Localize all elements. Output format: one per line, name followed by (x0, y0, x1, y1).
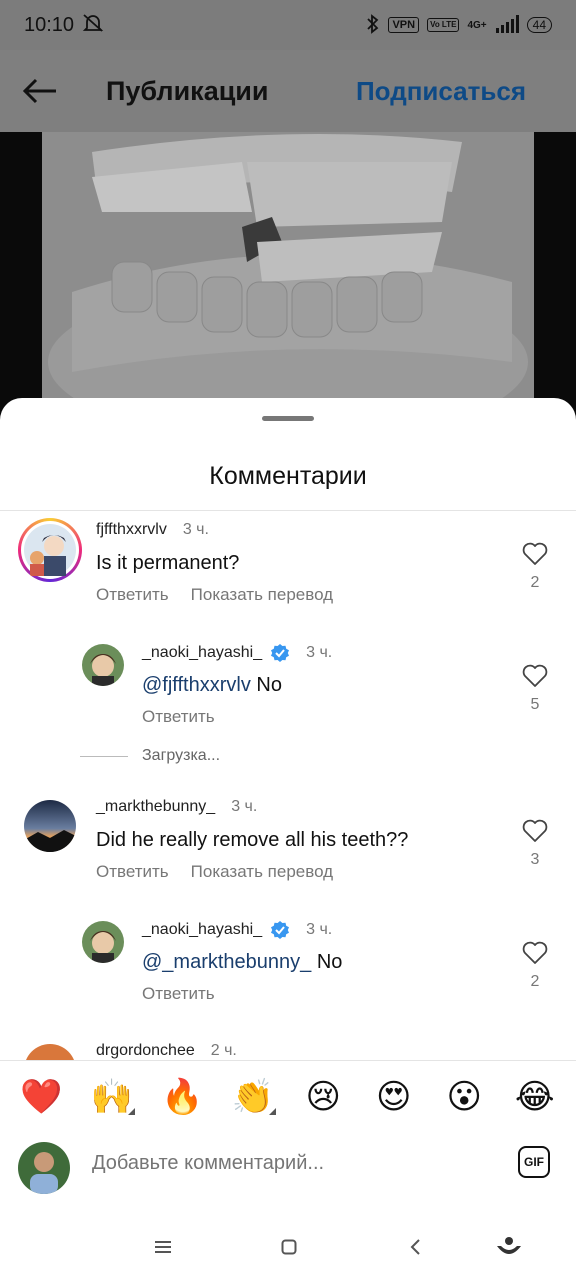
comment-composer: GIF (0, 1140, 576, 1200)
emoji-clapping[interactable]: 👏 (228, 1077, 278, 1117)
like-control: 5 (522, 664, 548, 714)
vpn-badge: VPN (388, 17, 420, 33)
gif-button[interactable]: GIF (518, 1146, 550, 1178)
drag-handle[interactable] (262, 416, 314, 421)
back-icon[interactable] (400, 1232, 430, 1262)
reply-button[interactable]: Ответить (96, 862, 169, 882)
comment-time: 3 ч. (306, 644, 333, 661)
like-count: 3 (530, 851, 540, 868)
emoji-fire[interactable]: 🔥 (157, 1077, 207, 1117)
like-count: 2 (530, 574, 540, 591)
emoji-crying[interactable]: 😢 (298, 1077, 348, 1117)
home-icon[interactable] (274, 1232, 304, 1262)
battery-icon: 44 (526, 17, 552, 33)
back-arrow-icon[interactable] (22, 71, 62, 111)
loading-label: Загрузка... (142, 747, 221, 764)
emoji-heart[interactable]: ❤️ (16, 1077, 66, 1117)
verified-badge-icon (271, 921, 290, 939)
user-avatar (18, 1142, 70, 1194)
assistant-icon[interactable] (494, 1232, 524, 1262)
avatar[interactable] (82, 921, 124, 963)
bluetooth-icon (366, 13, 380, 37)
emoji-raised-hands[interactable]: 🙌 (87, 1077, 137, 1117)
divider (0, 510, 576, 511)
load-more-replies[interactable]: Загрузка... (80, 747, 220, 765)
avatar (24, 524, 76, 576)
like-count: 2 (530, 973, 540, 990)
comment-time: 3 ч. (231, 798, 258, 815)
skin-tone-indicator (268, 1107, 276, 1115)
verified-badge-icon (271, 644, 290, 662)
comment-input[interactable] (92, 1152, 492, 1175)
show-translation-button[interactable]: Показать перевод (191, 585, 333, 605)
emoji-glyph: 🙌 (90, 1076, 133, 1117)
avatar-story-ring[interactable] (18, 518, 82, 582)
comment-text: No (316, 951, 343, 973)
comment-item-partial: drgordonchee 2 ч. (0, 1040, 576, 1060)
comment-text: No (256, 674, 282, 696)
mention-link[interactable]: @fjffthxxrvlv (142, 674, 251, 696)
comment-username[interactable]: drgordonchee (96, 1042, 195, 1060)
comment-text: Is it permanent? (96, 552, 240, 574)
comment-username[interactable]: _naoki_hayashi_ (142, 921, 262, 939)
comment-username[interactable]: fjffthxxrvlv (96, 521, 167, 539)
signal-icon (495, 14, 519, 36)
emoji-laughing[interactable]: 😂 (510, 1077, 560, 1117)
comment-time: 3 ч. (306, 921, 333, 938)
volte-badge: Vo LTE (427, 18, 460, 32)
reply-button[interactable]: Ответить (142, 707, 215, 727)
like-control: 3 (522, 819, 548, 869)
mention-link[interactable]: @_markthebunny_ (142, 951, 311, 973)
mute-icon (82, 13, 104, 38)
like-control: 2 (522, 941, 548, 991)
emoji-heart-eyes[interactable]: 😍 (369, 1077, 419, 1117)
heart-icon[interactable] (522, 542, 548, 566)
divider-line (80, 755, 128, 757)
comment-time: 3 ч. (182, 521, 209, 538)
comment-text: Did he really remove all his teeth?? (96, 829, 409, 851)
emoji-quick-bar: ❤️ 🙌 🔥 👏 😢 😍 😮 😂 (0, 1060, 576, 1132)
post-photo-backdrop (0, 132, 576, 422)
network-type: 4G+ (467, 19, 487, 31)
comment-time: 2 ч. (210, 1042, 237, 1059)
emoji-surprised[interactable]: 😮 (439, 1077, 489, 1117)
comments-title: Комментарии (209, 462, 367, 490)
status-time: 10:10 (24, 13, 75, 36)
comment-username[interactable]: _naoki_hayashi_ (142, 644, 262, 662)
skin-tone-indicator (127, 1107, 135, 1115)
post-photo (42, 132, 534, 422)
heart-icon[interactable] (522, 819, 548, 843)
page-title: Публикации (106, 75, 269, 106)
status-bar: 10:10 VPN Vo LTE 4G+ 44 (0, 0, 576, 50)
emoji-glyph: 👏 (231, 1076, 274, 1117)
menu-icon[interactable] (148, 1232, 178, 1262)
like-count: 5 (530, 696, 540, 713)
reply-button[interactable]: Ответить (96, 585, 169, 605)
app-bar: Публикации Подписаться (0, 50, 576, 132)
heart-icon[interactable] (522, 941, 548, 965)
avatar[interactable] (82, 644, 124, 686)
system-nav-bar (0, 1218, 576, 1280)
like-control: 2 (522, 542, 548, 592)
reply-button[interactable]: Ответить (142, 984, 215, 1004)
comment-username[interactable]: _markthebunny_ (96, 798, 215, 816)
avatar[interactable] (24, 1044, 76, 1060)
show-translation-button[interactable]: Показать перевод (191, 862, 333, 882)
heart-icon[interactable] (522, 664, 548, 688)
avatar[interactable] (24, 800, 76, 852)
follow-button[interactable]: Подписаться (356, 76, 526, 107)
